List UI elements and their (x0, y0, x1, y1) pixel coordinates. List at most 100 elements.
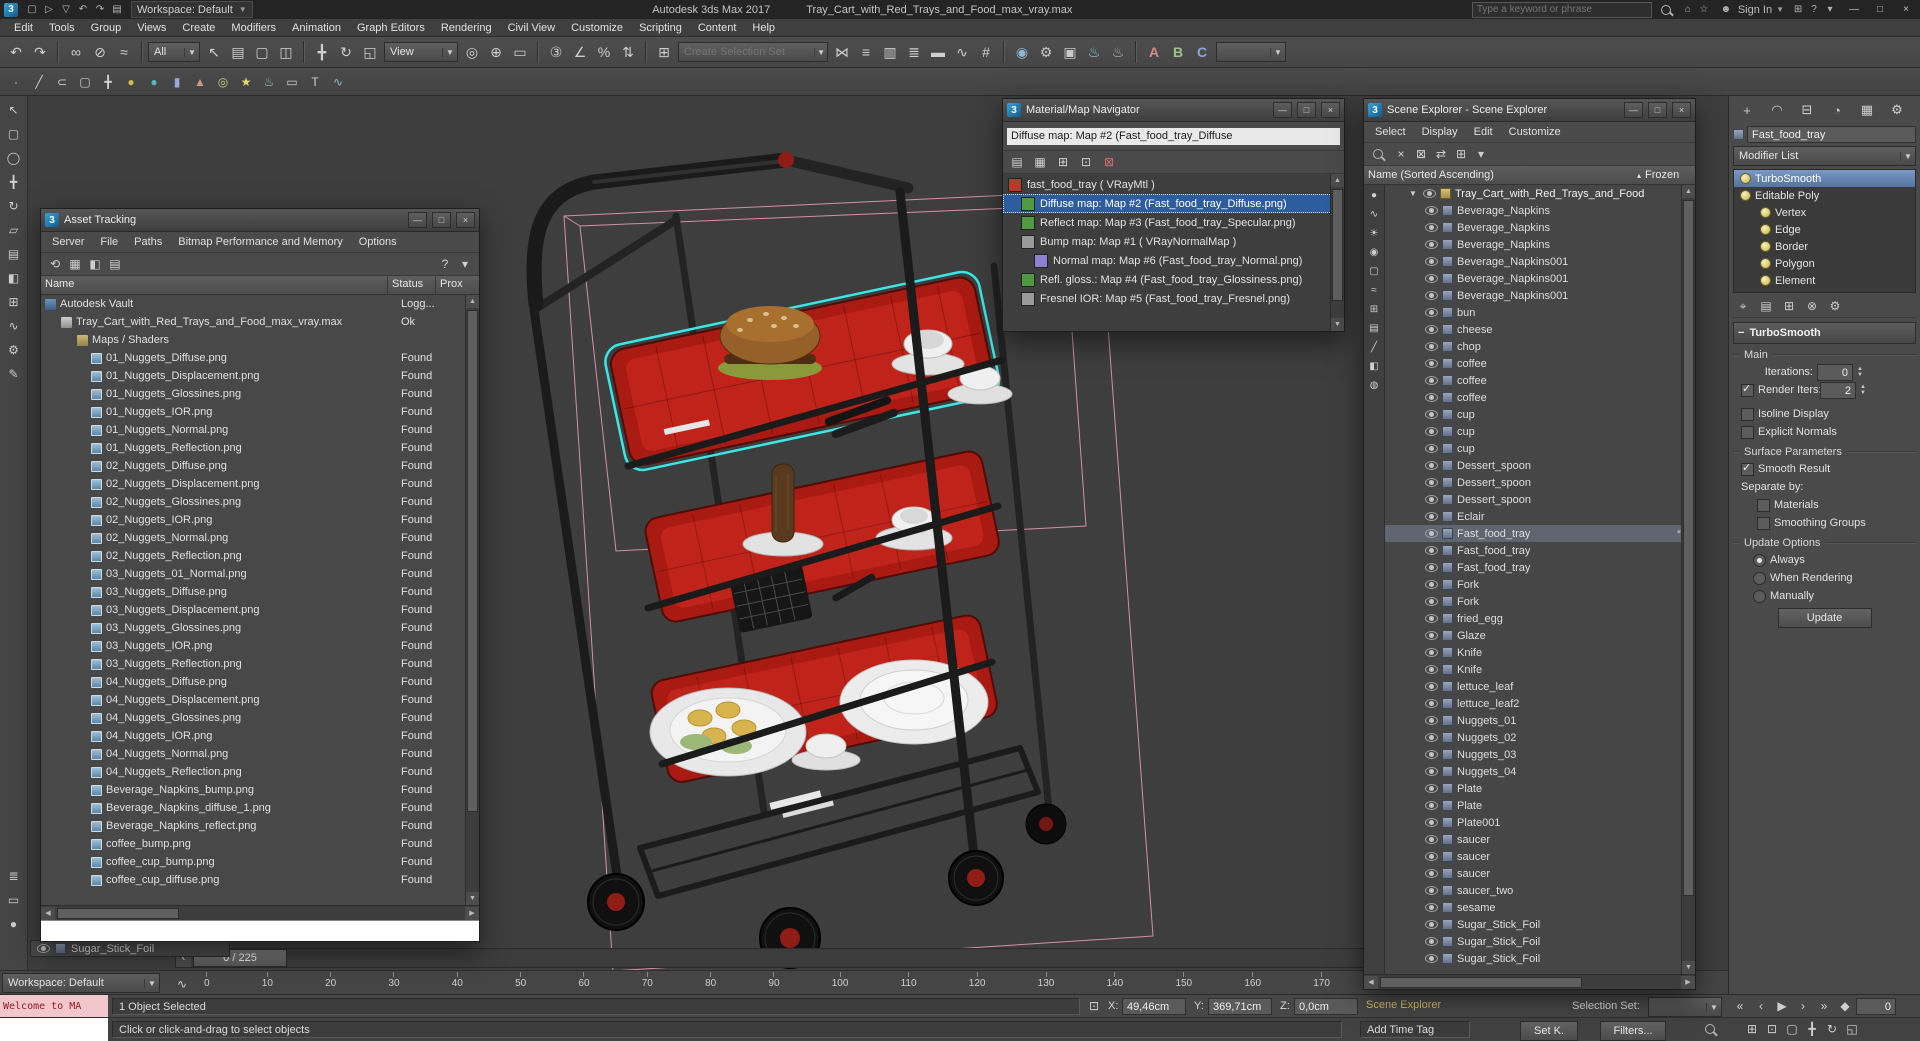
render-production-icon[interactable]: ♨ (1082, 40, 1106, 64)
render-iterative-icon[interactable]: ♨ (1106, 40, 1130, 64)
visibility-eye-icon[interactable] (1425, 716, 1438, 725)
material-map-item[interactable]: Refl. gloss.: Map #4 (Fast_food_tray_Glo… (1003, 270, 1344, 289)
visibility-eye-icon[interactable] (1425, 852, 1438, 861)
scroll-down-arrow[interactable]: ▼ (1682, 961, 1695, 974)
table-row[interactable]: 03_Nuggets_IOR.png Found (41, 637, 479, 655)
visibility-eye-icon[interactable] (1425, 342, 1438, 351)
search-icon[interactable] (1658, 2, 1674, 17)
attach-tool-icon[interactable]: ⊂ (52, 72, 72, 92)
display-bones-icon[interactable]: ╱ (1366, 339, 1382, 355)
menu-item[interactable]: Server (45, 236, 91, 248)
modifier-list-dropdown[interactable]: Modifier List ▼ (1733, 146, 1916, 166)
app-logo[interactable]: 3 (4, 2, 18, 17)
visibility-eye-icon[interactable] (1425, 512, 1438, 521)
snaps-toggle-icon[interactable]: ③ (544, 40, 568, 64)
render-iters-checkbox[interactable] (1741, 382, 1754, 397)
update-button[interactable]: Update (1777, 608, 1872, 628)
visibility-eye-icon[interactable] (1425, 614, 1438, 623)
unlink-selection-icon[interactable]: ⊘ (88, 40, 112, 64)
modifier-enable-icon[interactable] (1760, 241, 1771, 252)
selection-set-dropdown[interactable]: ▼ (1648, 997, 1722, 1017)
vertical-scrollbar[interactable]: ▲ ▼ (1330, 174, 1344, 331)
menu-item[interactable]: Help (744, 22, 783, 34)
tree-item[interactable]: coffee (1385, 389, 1695, 406)
tree-item[interactable]: Dessert_spoon (1385, 457, 1695, 474)
maximize-button[interactable]: □ (1648, 102, 1667, 118)
tree-item[interactable]: Beverage_Napkins001 (1385, 253, 1695, 270)
next-frame-icon[interactable]: › (1793, 996, 1813, 1016)
key-mode-toggle-icon[interactable]: ◆ (1835, 996, 1855, 1016)
sign-in-button[interactable]: ☻ Sign In ▼ (1718, 2, 1784, 17)
when-rendering-radio[interactable] (1753, 571, 1766, 585)
toggle-ribbon-icon[interactable]: ▬ (926, 40, 950, 64)
table-row[interactable]: 04_Nuggets_IOR.png Found (41, 727, 479, 745)
keyword-search-input[interactable] (1471, 1, 1652, 18)
iterations-spinner[interactable]: ▲ ▼ (1857, 366, 1867, 378)
rectangular-selection-region-icon[interactable]: ▢ (250, 40, 274, 64)
spinner-snap-icon[interactable]: ⇅ (616, 40, 640, 64)
rect-tool-icon[interactable]: ▢ (4, 124, 24, 144)
tree-item[interactable]: Nuggets_04 (1385, 763, 1695, 780)
column-name[interactable]: Name (Sorted Ascending) (1364, 169, 1637, 181)
visibility-eye-icon[interactable] (1425, 240, 1438, 249)
select-object-icon[interactable]: ↖ (202, 40, 226, 64)
table-row[interactable]: 01_Nuggets_IOR.png Found (41, 403, 479, 421)
menu-item[interactable]: Customize (563, 22, 631, 34)
modifier-stack-item[interactable]: Polygon (1734, 255, 1915, 272)
material-map-item[interactable]: Reflect map: Map #3 (Fast_food_tray_Spec… (1003, 213, 1344, 232)
selection-filter-dropdown[interactable]: All ▼ (148, 42, 200, 62)
tree-item[interactable]: coffee (1385, 372, 1695, 389)
visibility-eye-icon[interactable] (1425, 410, 1438, 419)
open-file-icon[interactable]: ▷ (41, 2, 57, 17)
table-row[interactable]: Beverage_Napkins_diffuse_1.png Found (41, 799, 479, 817)
minimize-button[interactable]: — (408, 212, 427, 228)
manually-radio[interactable] (1753, 589, 1766, 603)
tree-item[interactable]: Knife (1385, 644, 1695, 661)
table-row[interactable]: 04_Nuggets_Diffuse.png Found (41, 673, 479, 691)
tree-item[interactable]: Dessert_spoon (1385, 474, 1695, 491)
select-and-scale-icon[interactable]: ◱ (358, 40, 382, 64)
visibility-eye-icon[interactable] (1425, 206, 1438, 215)
toolbar-b-icon[interactable]: B (1166, 40, 1190, 64)
remove-modifier-icon[interactable]: ⊗ (1802, 296, 1822, 316)
pan-view-icon[interactable]: ╋ (1802, 1019, 1822, 1039)
view-small-icons-icon[interactable]: ⊞ (1053, 152, 1073, 172)
add-time-tag[interactable]: Add Time Tag (1360, 1021, 1470, 1038)
menu-item[interactable]: Graph Editors (349, 22, 433, 34)
visibility-eye-icon[interactable] (1425, 444, 1438, 453)
undo-quick-icon[interactable]: ↶ (75, 2, 91, 17)
table-row[interactable]: 01_Nuggets_Glossines.png Found (41, 385, 479, 403)
selection-set-input[interactable] (679, 46, 815, 58)
tree-item[interactable]: coffee (1385, 355, 1695, 372)
macro-record-icon[interactable]: ● (4, 914, 24, 934)
display-containers-icon[interactable]: ◧ (1366, 358, 1382, 374)
geosphere-primitive-icon[interactable]: ● (144, 72, 164, 92)
visibility-eye-icon[interactable] (1425, 291, 1438, 300)
tree-item[interactable]: Nuggets_01 (1385, 712, 1695, 729)
modifier-stack-item[interactable]: Element (1734, 272, 1915, 289)
tree-item[interactable]: lettuce_leaf2 (1385, 695, 1695, 712)
material-navigator-title-bar[interactable]: 3 Material/Map Navigator — □ × (1003, 99, 1344, 122)
visibility-eye-icon[interactable] (1425, 818, 1438, 827)
close-button[interactable]: × (1321, 102, 1340, 118)
table-row[interactable]: 02_Nuggets_Glossines.png Found (41, 493, 479, 511)
toolbar-right-dropdown[interactable]: ▼ (1216, 42, 1286, 62)
play-animation-icon[interactable]: ▶ (1772, 996, 1792, 1016)
display-geometry-icon[interactable]: ● (1366, 187, 1382, 203)
angle-snap-icon[interactable]: ∠ (568, 40, 592, 64)
toolbar-a-icon[interactable]: A (1142, 40, 1166, 64)
material-map-item[interactable]: Bump map: Map #1 ( VRayNormalMap ) (1003, 232, 1344, 251)
table-row[interactable]: Maps / Shaders (41, 331, 479, 349)
render-iters-field[interactable]: 2 (1820, 381, 1856, 399)
close-button[interactable]: × (1672, 102, 1691, 118)
menu-item[interactable]: Select (1368, 126, 1413, 138)
modifier-stack-item[interactable]: Vertex (1734, 204, 1915, 221)
smoothing-groups-checkbox[interactable] (1757, 516, 1770, 530)
column-frozen[interactable]: Frozen (1641, 169, 1695, 181)
workspace-selector-bottom[interactable]: Workspace: Default ▼ (2, 973, 160, 993)
horizontal-scrollbar[interactable]: ◀ ▶ (41, 905, 479, 920)
modifier-enable-icon[interactable] (1760, 258, 1771, 269)
visibility-eye-icon[interactable] (1425, 767, 1438, 776)
menu-item[interactable]: Views (129, 22, 174, 34)
display-helpers-icon[interactable]: ▢ (1366, 263, 1382, 279)
